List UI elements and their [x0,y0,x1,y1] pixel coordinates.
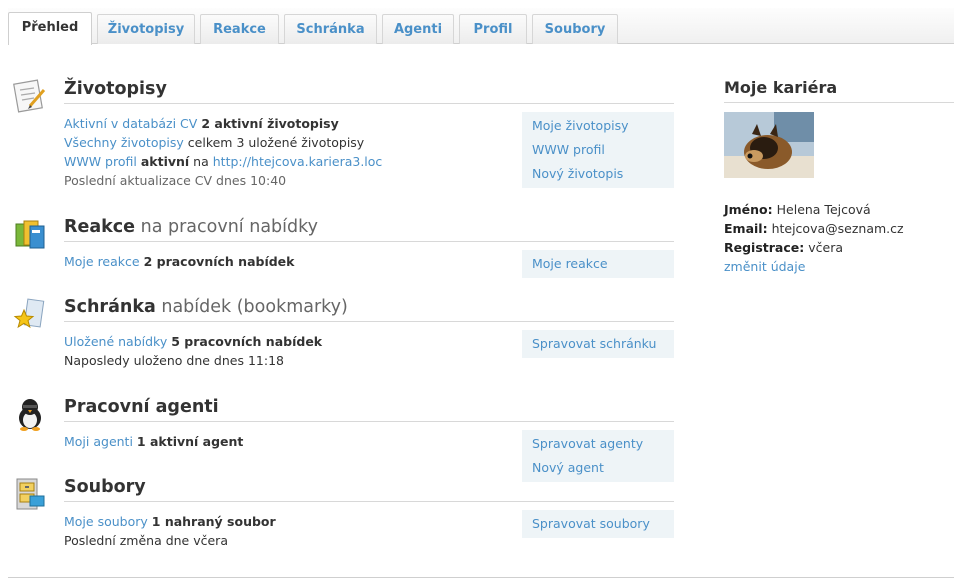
all-count: celkem 3 uložené životopisy [187,135,365,150]
www-status: aktivní [140,154,190,169]
career-sidebar: Moje kariéra Jméno: Helena Tejcová Email… [724,78,954,274]
resumes-last-update: Poslední aktualizace CV dnes 10:40 [64,173,287,188]
files-line: Moje soubory 1 nahraný soubor [64,512,514,531]
www-na: na [193,154,209,169]
bookmarks-title: Schránka nabídek (bookmarky) [64,296,674,322]
files-count: 1 nahraný soubor [151,514,276,529]
agents-line: Moji agenti 1 aktivní agent [64,432,514,451]
reactions-summary: Moje reakce 2 pracovních nabídek [64,252,514,271]
manage-bookmarks-button[interactable]: Spravovat schránku [522,332,674,356]
bookmarks-section: Schránka nabídek (bookmarky) Uložené nab… [12,296,674,376]
bookmarks-line: Uložené nabídky 5 pracovních nabídek [64,332,514,351]
name-value: Helena Tejcová [776,202,871,217]
tab-bookmarks[interactable]: Schránka [284,14,377,44]
files-actions: Spravovat soubory [522,510,674,538]
email-row: Email: htejcova@seznam.cz [724,221,904,236]
bottom-divider [8,577,954,578]
my-reactions-button[interactable]: Moje reakce [522,252,674,276]
bookmarks-summary: Uložené nabídky 5 pracovních nabídek Nap… [64,332,514,370]
resumes-section: Životopisy Aktivní v databázi CV 2 aktiv… [12,78,674,188]
reactions-title: Reakce na pracovní nabídky [64,216,674,242]
files-section: Soubory Moje soubory 1 nahraný soubor Po… [12,476,674,556]
edit-details-link[interactable]: změnit údaje [724,259,805,274]
name-row: Jméno: Helena Tejcová [724,202,871,217]
agents-summary: Moji agenti 1 aktivní agent [64,432,514,451]
resumes-line-active: Aktivní v databázi CV 2 aktivní životopi… [64,114,514,133]
new-resume-button[interactable]: Nový životopis [522,162,674,186]
tab-profile[interactable]: Profil [459,14,527,44]
resumes-title: Životopisy [64,78,674,104]
sidebar-title: Moje kariéra [724,78,954,103]
resumes-actions: Moje životopisy WWW profil Nový životopi… [522,112,674,188]
manage-agents-button[interactable]: Spravovat agenty [522,432,674,456]
reactions-count: 2 pracovních nabídek [143,254,295,269]
tab-overview[interactable]: Přehled [8,12,92,45]
agents-actions: Spravovat agenty Nový agent [522,430,674,482]
profile-info: Jméno: Helena Tejcová Email: htejcova@se… [724,200,954,276]
folders-icon [15,220,45,249]
saved-offers-link[interactable]: Uložené nabídky [64,334,167,349]
www-url-link[interactable]: http://htejcova.kariera3.loc [213,154,383,169]
reactions-section: Reakce na pracovní nabídky Moje reakce 2… [12,216,674,278]
my-resumes-button[interactable]: Moje životopisy [522,114,674,138]
reactions-line: Moje reakce 2 pracovních nabídek [64,252,514,271]
email-value: htejcova@seznam.cz [771,221,904,236]
tab-bar: Přehled Životopisy Reakce Schránka Agent… [8,8,954,45]
registration-row: Registrace: včera [724,240,843,255]
resumes-summary: Aktivní v databázi CV 2 aktivní životopi… [64,114,514,190]
files-summary: Moje soubory 1 nahraný soubor Poslední z… [64,512,514,550]
resumes-line-www: WWW profil aktivní na http://htejcova.ka… [64,152,514,171]
bookmarks-actions: Spravovat schránku [522,330,674,358]
agents-count: 1 aktivní agent [136,434,244,449]
agent-penguin-icon [19,399,41,431]
bookmarks-last-saved: Naposledy uloženo dne dnes 11:18 [64,353,284,368]
www-profile-button[interactable]: WWW profil [522,138,674,162]
tab-files[interactable]: Soubory [532,14,618,44]
my-files-link[interactable]: Moje soubory [64,514,148,529]
all-resumes-link[interactable]: Všechny životopisy [64,135,184,150]
tab-reactions[interactable]: Reakce [200,14,279,44]
my-reactions-link[interactable]: Moje reakce [64,254,140,269]
files-title: Soubory [64,476,674,502]
manage-files-button[interactable]: Spravovat soubory [522,512,674,536]
file-cabinet-icon [16,478,45,510]
active-count: 2 aktivní životopisy [201,116,339,131]
reactions-actions: Moje reakce [522,250,674,278]
files-last-change: Poslední změna dne včera [64,533,228,548]
agents-section: Pracovní agenti Moji agenti 1 aktivní ag… [12,396,674,482]
avatar [724,112,814,178]
document-pen-icon [13,79,46,113]
star-bookmark-icon [13,298,45,329]
agents-title: Pracovní agenti [64,396,674,422]
tab-resumes[interactable]: Životopisy [97,14,195,44]
resumes-line-all: Všechny životopisy celkem 3 uložené živo… [64,133,514,152]
bookmarks-count: 5 pracovních nabídek [171,334,323,349]
www-profile-link[interactable]: WWW profil [64,154,137,169]
active-in-db-link[interactable]: Aktivní v databázi CV [64,116,197,131]
my-agents-link[interactable]: Moji agenti [64,434,133,449]
registration-value: včera [808,240,843,255]
tab-agents[interactable]: Agenti [382,14,454,44]
